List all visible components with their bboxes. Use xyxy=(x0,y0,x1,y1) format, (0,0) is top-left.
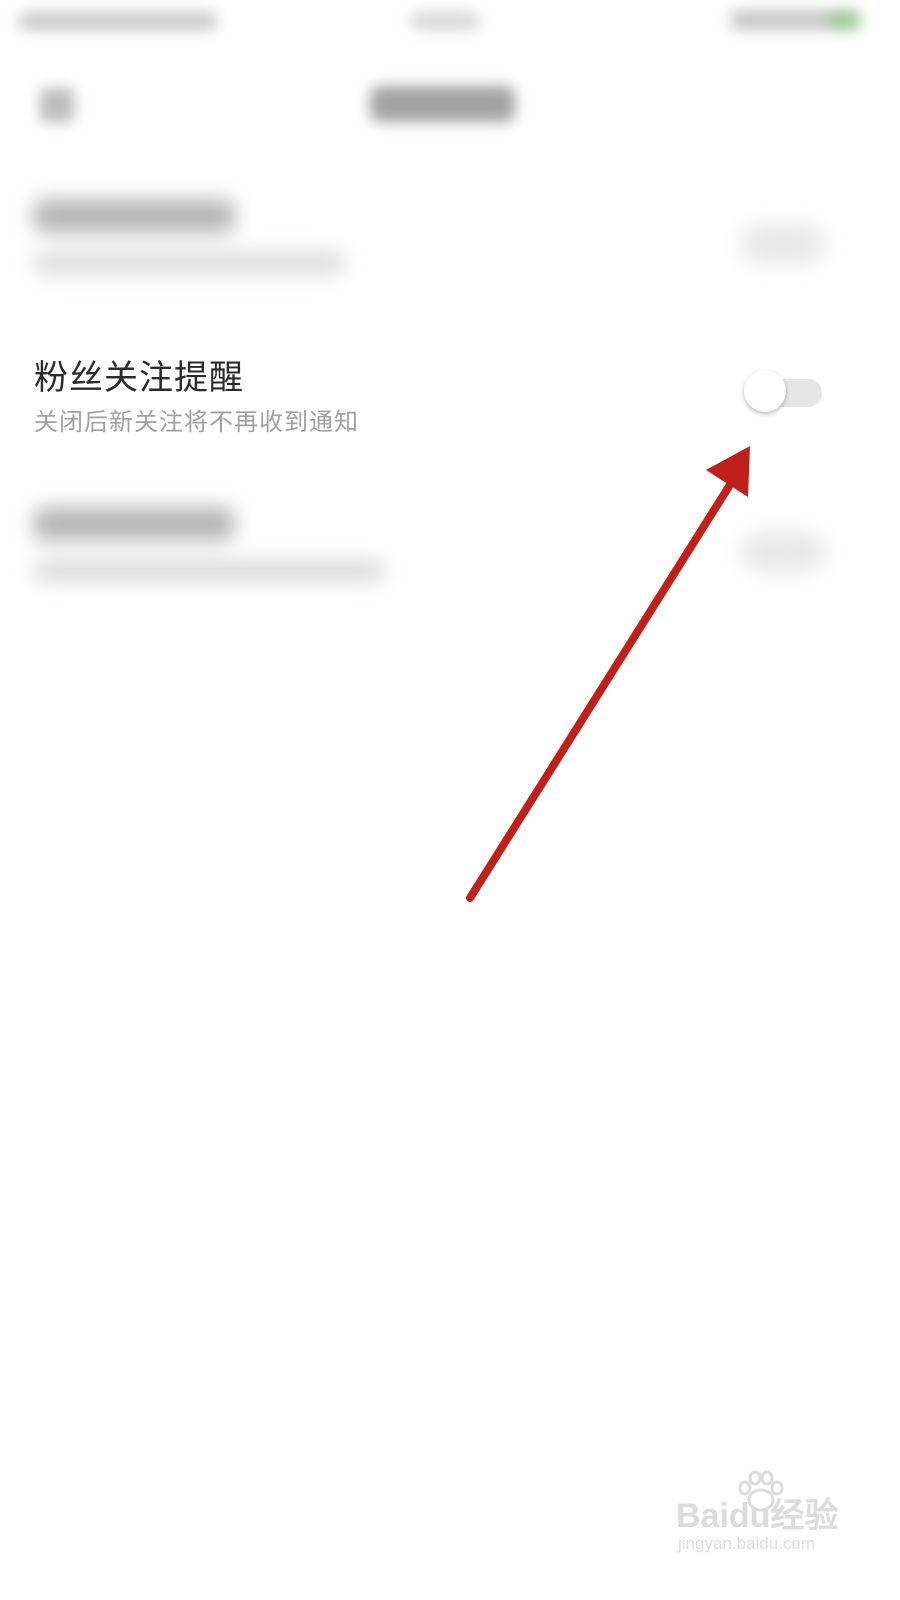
setting-row-blurred xyxy=(0,200,900,320)
status-bar-carrier xyxy=(18,12,218,30)
setting-subtitle-blurred xyxy=(34,252,344,274)
arrow-head xyxy=(706,446,750,497)
setting-title-blurred xyxy=(34,508,234,540)
setting-title-blurred xyxy=(34,200,234,232)
status-bar xyxy=(0,0,900,50)
toggle-thumb xyxy=(744,370,786,412)
watermark: Baidu经验 jingyan.baidu.com xyxy=(676,1470,846,1560)
setting-subtitle-blurred xyxy=(34,560,384,582)
nav-bar xyxy=(0,60,900,150)
setting-row-blurred xyxy=(0,508,900,628)
setting-title: 粉丝关注提醒 xyxy=(34,358,244,398)
status-bar-time xyxy=(410,12,480,30)
setting-subtitle: 关闭后新关注将不再收到通知 xyxy=(34,408,359,436)
page-title-blurred xyxy=(370,86,515,122)
watermark-logo: Baidu经验 xyxy=(676,1497,839,1535)
back-icon[interactable] xyxy=(40,88,74,122)
watermark-url: jingyan.baidu.com xyxy=(678,1534,816,1553)
setting-row-follower-alert: 粉丝关注提醒 关闭后新关注将不再收到通知 xyxy=(0,340,900,450)
follower-alert-toggle[interactable] xyxy=(744,368,822,414)
battery-icon xyxy=(830,10,860,30)
toggle-switch-blurred[interactable] xyxy=(740,224,826,264)
toggle-switch-blurred[interactable] xyxy=(740,532,826,572)
